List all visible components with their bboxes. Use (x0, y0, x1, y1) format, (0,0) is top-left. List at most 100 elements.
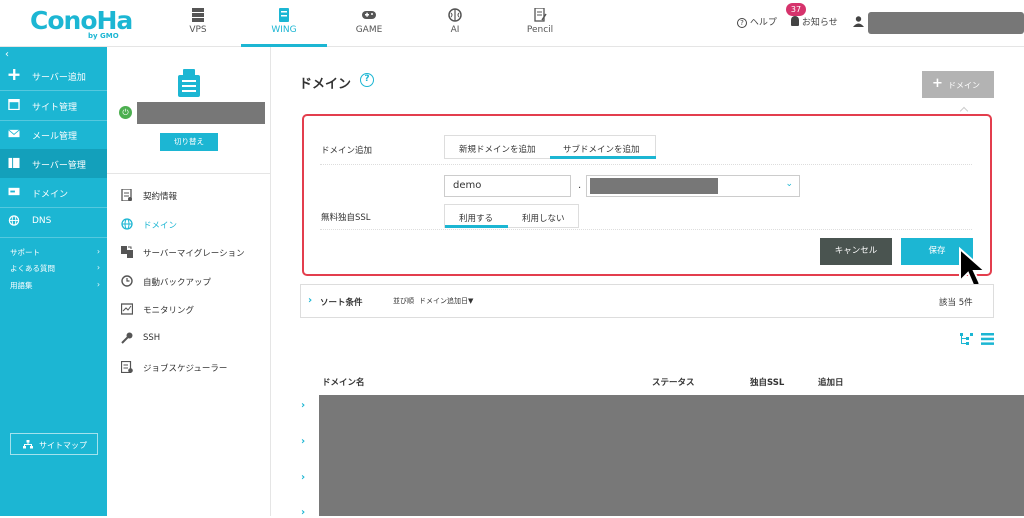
server-name-redacted (137, 102, 265, 124)
column-header-date[interactable]: 追加日 (818, 376, 844, 388)
switch-server-button[interactable]: 切り替え (160, 133, 218, 151)
sort-order-value[interactable]: ドメイン追加日▼ (419, 296, 473, 306)
server-stack-icon (192, 8, 204, 22)
top-nav-label: WING (271, 25, 297, 35)
sidebar-item-label: サイト管理 (32, 103, 78, 113)
chevron-right-icon: › (97, 247, 100, 256)
add-domain-label: ドメイン (948, 81, 980, 90)
sidebar-item-label: サーバー管理 (32, 161, 86, 171)
monitor-icon (121, 303, 133, 315)
server-menu-label: サーバーマイグレーション (143, 249, 245, 259)
brain-icon (448, 8, 462, 22)
list-view-icon[interactable] (981, 333, 994, 345)
sort-order-label: 並び順 (393, 297, 414, 305)
sidebar-item-label: DNS (32, 216, 52, 226)
sort-bar[interactable]: › ソート条件 並び順 ドメイン追加日▼ 該当 5件 (300, 284, 994, 318)
sidebar-item-server[interactable]: サーバー管理 (0, 149, 107, 178)
column-header-ssl[interactable]: 独自SSL (750, 376, 784, 388)
option-new-domain[interactable]: 新規ドメインを追加 (459, 143, 536, 155)
top-nav-vps[interactable]: VPS (155, 0, 241, 47)
top-nav-label: Pencil (526, 25, 554, 35)
top-nav-ai[interactable]: AI (412, 0, 498, 47)
sidebar-item-label: サーバー追加 (32, 73, 86, 83)
sidebar-link-faq[interactable]: よくある質問 › (10, 263, 100, 274)
server-menu-label: モニタリング (143, 306, 195, 316)
backup-icon (121, 275, 133, 287)
domain-table-redacted (319, 395, 1024, 516)
add-domain-button[interactable]: + ドメイン (922, 71, 994, 98)
sidebar-item-domain[interactable]: ドメイン (0, 178, 107, 207)
notifications-link[interactable]: お知らせ (791, 15, 838, 28)
sidebar-item-mail[interactable]: メール管理 (0, 120, 107, 149)
ssl-toggle: 利用する 利用しない (444, 204, 579, 228)
globe-icon (8, 215, 20, 226)
server-menu-label: ジョブスケジューラー (143, 364, 228, 374)
sidebar-item-site[interactable]: サイト管理 (0, 91, 107, 120)
bell-icon (791, 16, 799, 26)
sidebar-item-add-server[interactable]: サーバー追加 (0, 61, 107, 90)
help-link[interactable]: ? ヘルプ (737, 15, 777, 28)
column-header-status[interactable]: ステータス (652, 376, 695, 388)
tree-view-icon[interactable] (960, 333, 973, 345)
domain-select[interactable]: ⌄ (586, 175, 800, 197)
top-nav-label: GAME (355, 25, 383, 35)
top-nav-label: VPS (189, 25, 207, 35)
gamepad-icon (362, 11, 376, 19)
divider (0, 237, 107, 238)
help-circle-icon: ? (737, 18, 747, 28)
help-icon[interactable]: ? (360, 73, 374, 87)
sitemap-button[interactable]: サイトマップ (10, 433, 98, 455)
domain-add-toggle: 新規ドメインを追加 サブドメインを追加 (444, 135, 656, 159)
sidebar-link-glossary[interactable]: 用語集 › (10, 280, 100, 291)
server-icon (8, 157, 20, 168)
server-menu-label: 自動バックアップ (143, 278, 212, 288)
main-sidebar: ‹ サーバー追加 サイト管理 メール管理 サーバー管理 ドメイン DNS サポー… (0, 47, 107, 516)
top-nav-pencil[interactable]: Pencil (497, 0, 583, 47)
row-expand-chevron-icon[interactable]: › (301, 436, 305, 447)
sidebar-link-label: サポート (10, 248, 40, 257)
page-title: ドメイン (299, 77, 352, 92)
pencil-doc-icon (534, 8, 547, 22)
row-expand-chevron-icon[interactable]: › (301, 507, 305, 518)
globe-icon (121, 218, 133, 230)
row-expand-chevron-icon[interactable]: › (301, 472, 305, 483)
user-account-redacted[interactable] (868, 12, 1024, 34)
top-bar: ConoHa by GMO VPS WING GAME AI Pencil ? … (0, 0, 1024, 47)
sort-label: ソート条件 (320, 298, 363, 308)
sitemap-label: サイトマップ (39, 441, 87, 450)
server-menu-label: SSH (143, 333, 161, 343)
sidebar-item-label: メール管理 (32, 132, 78, 142)
user-icon[interactable] (853, 16, 864, 27)
domain-select-value-redacted (590, 178, 718, 194)
sidebar-collapse-icon[interactable]: ‹ (5, 49, 9, 60)
option-subdomain[interactable]: サブドメインを追加 (563, 143, 640, 155)
chevron-down-icon: ⌄ (785, 179, 793, 189)
divider (107, 173, 271, 174)
site-icon (8, 99, 20, 110)
help-label: ヘルプ (749, 18, 777, 28)
domain-icon (8, 187, 20, 196)
migration-icon (121, 246, 133, 258)
option-ssl-no[interactable]: 利用しない (522, 212, 565, 224)
cancel-button[interactable]: キャンセル (820, 238, 892, 265)
sidebar-link-support[interactable]: サポート › (10, 247, 100, 258)
top-nav-wing[interactable]: WING (241, 0, 327, 47)
conoha-logo[interactable]: ConoHa by GMO (30, 6, 133, 40)
sitemap-icon (23, 440, 33, 449)
sidebar-item-label: ドメイン (32, 190, 69, 200)
domain-add-label: ドメイン追加 (321, 146, 373, 156)
server-menu-label: ドメイン (143, 221, 178, 231)
subdomain-input[interactable]: demo (444, 175, 571, 197)
divider (320, 229, 972, 230)
sidebar-item-dns[interactable]: DNS (0, 207, 107, 236)
server-panel: ⏻ 切り替え 契約情報 ドメイン サーバーマイグレーション 自動バックアップ モ… (107, 47, 271, 516)
server-illustration-icon (178, 69, 200, 97)
column-header-domain[interactable]: ドメイン名 (322, 376, 365, 388)
option-ssl-use[interactable]: 利用する (459, 212, 493, 224)
top-nav-game[interactable]: GAME (326, 0, 412, 47)
power-status-icon: ⏻ (119, 106, 132, 119)
row-expand-chevron-icon[interactable]: › (301, 400, 305, 411)
chevron-right-icon: › (97, 280, 100, 289)
notifications-label: お知らせ (801, 18, 838, 28)
top-nav-label: AI (450, 25, 460, 35)
